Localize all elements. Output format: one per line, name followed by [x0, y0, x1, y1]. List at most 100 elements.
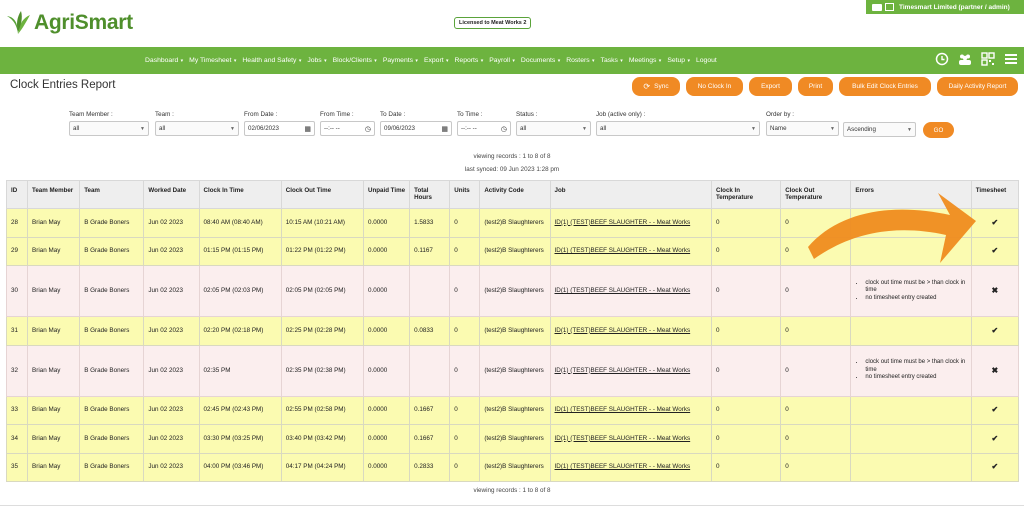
cell-units: 0: [449, 208, 481, 238]
cell-job[interactable]: ID(1) (TEST)BEEF SLAUGHTER - - Meat Work…: [549, 424, 712, 454]
nav-item-label: Export: [423, 57, 444, 64]
table-row[interactable]: 35 Brian May B Grade Boners Jun 02 2023 04:0…: [5, 452, 1020, 482]
table-row[interactable]: 29 Brian May B Grade Boners Jun 02 2023 01:1…: [5, 236, 1020, 266]
column-header[interactable]: Total Hours: [409, 180, 451, 209]
chevron-down-icon: ▼: [907, 126, 912, 133]
column-header[interactable]: ID: [5, 180, 29, 209]
from-time-input[interactable]: --:-- -- ◷: [320, 121, 375, 136]
cell-id: 31: [5, 316, 29, 346]
daily-activity-report-button[interactable]: Daily Activity Report: [937, 77, 1018, 96]
agrismart-logo[interactable]: AgriSmart: [5, 10, 133, 36]
clock-small-icon[interactable]: ◷: [501, 125, 507, 133]
user-account-bar[interactable]: Timesmart Limited (partner / admin): [866, 0, 1024, 14]
column-header[interactable]: Unpaid Time: [362, 180, 411, 209]
nav-item-health-and-safety[interactable]: Health and Safety ▾: [242, 57, 301, 64]
nav-item-export[interactable]: Export ▾: [424, 57, 449, 64]
sync-label: Sync: [654, 83, 669, 90]
column-header[interactable]: Job: [549, 180, 712, 209]
table-row[interactable]: 30 Brian May B Grade Boners Jun 02 2023 02:0…: [5, 265, 1020, 317]
column-header[interactable]: Worked Date: [143, 180, 200, 209]
cell-out: 02:05 PM (02:05 PM): [280, 265, 365, 317]
table-body: 28 Brian May B Grade Boners Jun 02 2023 08:4…: [5, 208, 1020, 482]
cell-team: B Grade Boners: [79, 316, 145, 346]
nav-item-my-timesheet[interactable]: My Timesheet ▾: [189, 57, 236, 64]
error-list: clock out time must be > than clock in t…: [865, 359, 966, 382]
order-direction-select[interactable]: Ascending ▼: [843, 122, 916, 137]
column-header[interactable]: Clock In Time: [198, 180, 282, 209]
cell-team: B Grade Boners: [79, 265, 145, 317]
nav-item-setup[interactable]: Setup ▾: [667, 57, 690, 64]
nav-item-rosters[interactable]: Rosters ▾: [566, 57, 594, 64]
bulk-edit-button[interactable]: Bulk Edit Clock Entries: [839, 77, 931, 96]
qr-code-icon[interactable]: [981, 52, 995, 66]
column-header[interactable]: Clock Out Time: [280, 180, 365, 209]
card-icon[interactable]: [885, 3, 894, 11]
nav-item-meetings[interactable]: Meetings ▾: [629, 57, 662, 64]
team-select[interactable]: all ▼: [155, 121, 239, 136]
column-header[interactable]: Errors: [850, 180, 972, 209]
list-icon[interactable]: [1004, 52, 1018, 66]
team-filter: Team : all ▼: [155, 111, 239, 136]
sync-button[interactable]: ⟳ Sync: [632, 77, 680, 96]
cell-job[interactable]: ID(1) (TEST)BEEF SLAUGHTER - - Meat Work…: [549, 316, 712, 346]
from-date-input[interactable]: 02/06/2023 ▦: [244, 121, 315, 136]
cell-job[interactable]: ID(1) (TEST)BEEF SLAUGHTER - - Meat Work…: [549, 344, 712, 397]
cell-job[interactable]: ID(1) (TEST)BEEF SLAUGHTER - - Meat Work…: [549, 236, 712, 266]
team-member-select[interactable]: all ▼: [69, 121, 149, 136]
print-button[interactable]: Print: [798, 77, 833, 96]
cell-in: 02:20 PM (02:18 PM): [198, 316, 282, 346]
caret-down-icon: ▾: [179, 58, 184, 64]
mail-icon[interactable]: [872, 3, 882, 11]
clock-small-icon[interactable]: ◷: [365, 125, 371, 133]
nav-item-dashboard[interactable]: Dashboard ▾: [145, 57, 183, 64]
calendar-icon[interactable]: ▦: [441, 125, 448, 133]
column-header[interactable]: Timesheet: [970, 180, 1020, 209]
records-info-bottom: viewing records : 1 to 8 of 8: [473, 487, 551, 494]
cell-job[interactable]: ID(1) (TEST)BEEF SLAUGHTER - - Meat Work…: [549, 265, 712, 317]
table-row[interactable]: 33 Brian May B Grade Boners Jun 02 2023 02:4…: [5, 395, 1020, 425]
cell-total: 0.2833: [409, 452, 451, 482]
nav-item-logout[interactable]: Logout: [696, 57, 717, 64]
export-button[interactable]: Export: [749, 77, 792, 96]
cell-job[interactable]: ID(1) (TEST)BEEF SLAUGHTER - - Meat Work…: [549, 208, 712, 238]
table-row[interactable]: 31 Brian May B Grade Boners Jun 02 2023 02:2…: [5, 316, 1020, 346]
nav-item-block-clients[interactable]: Block/Clients ▾: [333, 57, 377, 64]
go-button[interactable]: GO: [923, 122, 954, 138]
nav-item-payroll[interactable]: Payroll ▾: [489, 57, 515, 64]
to-time-input[interactable]: --:-- -- ◷: [457, 121, 511, 136]
to-date-input[interactable]: 09/06/2023 ▦: [380, 121, 452, 136]
nav-item-documents[interactable]: Documents ▾: [521, 57, 560, 64]
clock-icon[interactable]: [935, 52, 949, 66]
cell-job[interactable]: ID(1) (TEST)BEEF SLAUGHTER - - Meat Work…: [549, 395, 712, 425]
column-header[interactable]: Team: [79, 180, 145, 209]
column-header[interactable]: Clock In Temperature: [710, 180, 782, 209]
table-row[interactable]: 32 Brian May B Grade Boners Jun 02 2023 02:3…: [5, 344, 1020, 397]
cell-units: 0: [449, 344, 481, 397]
column-header[interactable]: Activity Code: [479, 180, 551, 209]
table-row[interactable]: 28 Brian May B Grade Boners Jun 02 2023 08:4…: [5, 208, 1020, 238]
to-time-label: To Time :: [457, 111, 483, 118]
nav-item-tasks[interactable]: Tasks ▾: [601, 57, 623, 64]
calendar-icon[interactable]: ▦: [304, 125, 311, 133]
job-select[interactable]: all ▼: [596, 121, 760, 136]
table-row[interactable]: 34 Brian May B Grade Boners Jun 02 2023 03:3…: [5, 424, 1020, 454]
column-header[interactable]: Clock Out Temperature: [780, 180, 852, 209]
nav-item-jobs[interactable]: Jobs ▾: [307, 57, 326, 64]
order-by-select[interactable]: Name ▼: [766, 121, 839, 136]
main-nav: Dashboard ▾ My Timesheet ▾ Health and Safe…: [0, 47, 1024, 74]
cell-job[interactable]: ID(1) (TEST)BEEF SLAUGHTER - - Meat Work…: [549, 452, 712, 482]
cell-in: 01:15 PM (01:15 PM): [198, 236, 282, 266]
cell-member: Brian May: [27, 208, 81, 238]
cell-units: 0: [449, 452, 481, 482]
status-select[interactable]: all ▼: [516, 121, 591, 136]
nav-item-reports[interactable]: Reports ▾: [455, 57, 484, 64]
column-header[interactable]: Units: [449, 180, 481, 209]
team-icon[interactable]: [958, 52, 972, 66]
page-title: Clock Entries Report: [10, 79, 116, 91]
no-clock-in-button[interactable]: No Clock In: [686, 77, 743, 96]
nav-item-payments[interactable]: Payments ▾: [383, 57, 418, 64]
column-header[interactable]: Team Member: [27, 180, 81, 209]
cell-total: 1.5833: [409, 208, 451, 238]
cell-out-temp: 0: [780, 236, 852, 266]
user-account-label[interactable]: Timesmart Limited (partner / admin): [899, 4, 1010, 11]
